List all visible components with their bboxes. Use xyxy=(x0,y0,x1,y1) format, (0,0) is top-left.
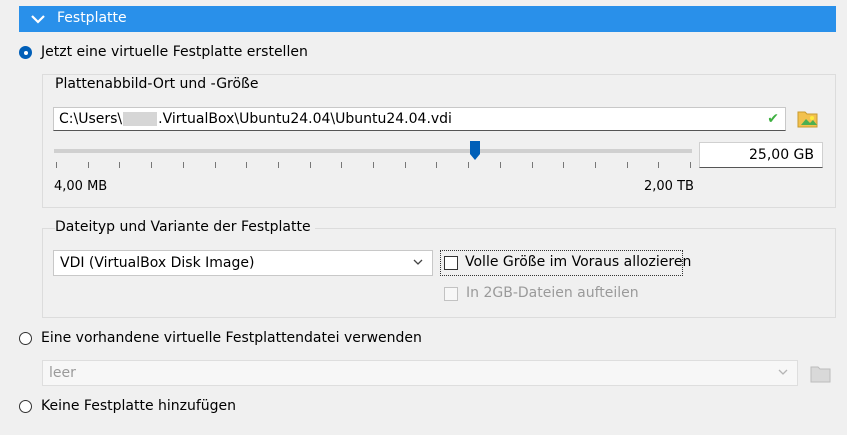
section-title: Festplatte xyxy=(57,10,127,26)
chevron-down-icon xyxy=(31,15,45,24)
disk-type-select[interactable]: VDI (VirtualBox Disk Image) xyxy=(53,250,433,276)
path-prefix: C:\Users\ xyxy=(59,111,123,127)
preallocate-label: Volle Größe im Voraus allozieren xyxy=(465,254,692,270)
slider-tick xyxy=(468,162,469,168)
size-slider-track[interactable] xyxy=(54,149,692,153)
radio-use-existing-label: Eine vorhandene virtuelle Festplattendat… xyxy=(41,330,422,346)
chevron-down-icon xyxy=(413,259,423,265)
disk-type-group-title: Dateityp und Variante der Festplatte xyxy=(55,219,315,235)
radio-no-disk[interactable] xyxy=(19,400,32,413)
chevron-down-icon xyxy=(778,369,788,375)
slider-tick xyxy=(183,162,184,168)
slider-tick xyxy=(595,162,596,168)
split-2gb-label: In 2GB-Dateien aufteilen xyxy=(466,285,639,301)
path-suffix: .VirtualBox\Ubuntu24.04\Ubuntu24.04.vdi xyxy=(158,111,452,127)
checkmark-icon: ✔ xyxy=(767,111,779,127)
disk-type-value: VDI (VirtualBox Disk Image) xyxy=(60,255,255,271)
slider-tick xyxy=(658,162,659,168)
slider-tick xyxy=(246,162,247,168)
location-size-group xyxy=(42,74,836,208)
slider-tick xyxy=(563,162,564,168)
disk-path-input[interactable]: C:\Users\ .VirtualBox\Ubuntu24.04\Ubuntu2… xyxy=(53,107,786,131)
location-size-group-title: Plattenabbild-Ort und -Größe xyxy=(55,76,259,92)
slider-tick xyxy=(690,162,691,168)
redacted-username xyxy=(123,112,158,126)
slider-tick xyxy=(436,162,437,168)
slider-max-label: 2,00 TB xyxy=(644,179,694,194)
slider-tick xyxy=(278,162,279,168)
split-2gb-checkbox[interactable] xyxy=(444,287,458,301)
slider-tick xyxy=(627,162,628,168)
slider-tick xyxy=(532,162,533,168)
radio-create-new-label: Jetzt eine virtuelle Festplatte erstelle… xyxy=(41,44,308,60)
slider-tick xyxy=(151,162,152,168)
existing-disk-value: leer xyxy=(49,365,76,381)
slider-tick xyxy=(500,162,501,168)
preallocate-checkbox-row[interactable]: Volle Größe im Voraus allozieren xyxy=(440,250,691,276)
slider-min-label: 4,00 MB xyxy=(54,179,108,194)
folder-browse-icon[interactable] xyxy=(797,107,819,129)
disk-size-input[interactable]: 25,00 GB xyxy=(699,142,823,168)
section-header-festplatte[interactable]: Festplatte xyxy=(19,6,836,32)
slider-tick xyxy=(341,162,342,168)
slider-tick xyxy=(405,162,406,168)
slider-tick xyxy=(56,162,57,168)
existing-disk-select[interactable]: leer xyxy=(42,360,798,386)
slider-tick xyxy=(373,162,374,168)
slider-tick xyxy=(88,162,89,168)
radio-create-new[interactable] xyxy=(19,46,32,59)
slider-tick xyxy=(310,162,311,168)
slider-tick xyxy=(119,162,120,168)
disk-size-value: 25,00 GB xyxy=(749,147,814,163)
size-slider-thumb[interactable] xyxy=(469,140,481,161)
radio-no-disk-label: Keine Festplatte hinzufügen xyxy=(41,398,237,414)
slider-tick xyxy=(215,162,216,168)
folder-browse-disabled-icon[interactable] xyxy=(810,362,832,384)
radio-use-existing[interactable] xyxy=(19,332,32,345)
preallocate-checkbox[interactable] xyxy=(444,256,458,270)
